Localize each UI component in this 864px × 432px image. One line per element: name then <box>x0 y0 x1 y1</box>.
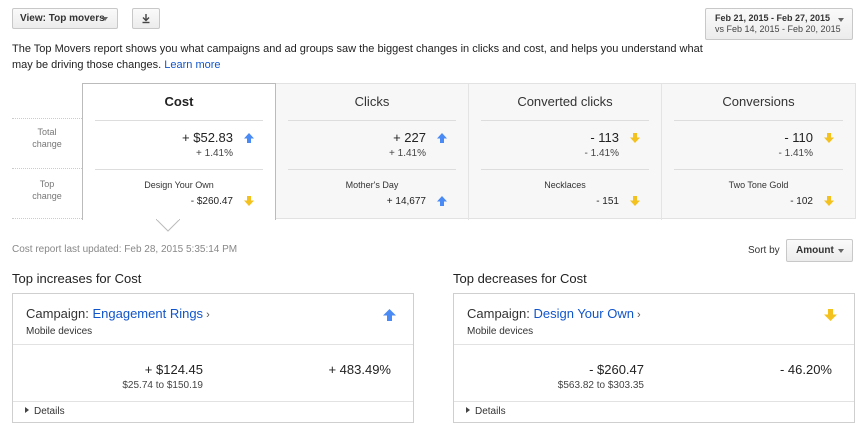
details-label: Details <box>475 406 506 417</box>
total-change-percent: + 1.41% <box>196 148 233 159</box>
total-change-value: + $52.83 <box>182 130 233 145</box>
divider <box>454 344 854 345</box>
divider <box>13 401 413 402</box>
sort-by-dropdown[interactable]: Amount <box>786 239 853 262</box>
campaign-prefix: Campaign: <box>26 306 93 321</box>
top-increases-title: Top increases for Cost <box>12 271 142 286</box>
top-change-name: Two Tone Gold <box>728 180 789 190</box>
arrow-up-icon <box>244 133 254 143</box>
row-divider <box>12 218 82 219</box>
change-range: $25.74 to $150.19 <box>122 380 203 391</box>
metric-column-conversions[interactable]: Conversions - 110 - 1.41% Two Tone Gold … <box>662 84 855 220</box>
arrow-up-icon <box>437 196 447 206</box>
top-decreases-title: Top decreases for Cost <box>453 271 587 286</box>
divider <box>288 120 456 121</box>
divider <box>454 401 854 402</box>
total-change-value: - 113 <box>590 130 619 145</box>
top-change-name: Mother's Day <box>345 180 399 190</box>
learn-more-link[interactable]: Learn more <box>164 59 220 71</box>
details-label: Details <box>34 406 65 417</box>
summary-table: Cost + $52.83 + 1.41% Design Your Own - … <box>82 83 856 232</box>
chevron-down-icon <box>102 17 108 21</box>
total-change-percent: + 1.41% <box>389 148 426 159</box>
arrow-down-icon <box>630 196 640 206</box>
download-button[interactable] <box>132 8 160 29</box>
divider <box>674 120 843 121</box>
date-range-compare: vs Feb 14, 2015 - Feb 20, 2015 <box>715 24 841 34</box>
total-change-value: + 227 <box>393 130 426 145</box>
top-change-value: + 14,677 <box>386 196 426 207</box>
divider <box>481 169 649 170</box>
top-change-name: Design Your Own <box>144 180 214 190</box>
sort-by-value: Amount <box>796 245 834 256</box>
view-selector-button[interactable]: View: Top movers <box>12 8 118 29</box>
campaign-prefix: Campaign: <box>467 306 534 321</box>
divider <box>95 120 263 121</box>
report-description: The Top Movers report shows you what cam… <box>12 41 712 73</box>
device-segment: Mobile devices <box>26 326 93 337</box>
row-divider <box>12 118 82 119</box>
change-amount: + $124.45 <box>144 362 203 377</box>
arrow-down-icon <box>244 196 254 206</box>
metric-column-clicks[interactable]: Clicks + 227 + 1.41% Mother's Day + 14,6… <box>276 84 469 220</box>
column-header: Clicks <box>354 94 390 109</box>
top-change-name: Necklaces <box>544 180 586 190</box>
arrow-up-icon <box>437 133 447 143</box>
chevron-right-icon: › <box>636 309 641 321</box>
metric-column-cost[interactable]: Cost + $52.83 + 1.41% Design Your Own - … <box>82 83 276 220</box>
campaign-link[interactable]: Design Your Own <box>533 306 633 321</box>
row-divider <box>12 168 82 169</box>
view-selector-label: View: Top movers <box>20 13 105 24</box>
top-decrease-card: Campaign: Design Your Own › Mobile device… <box>453 293 855 423</box>
divider <box>288 169 456 170</box>
triangle-right-icon <box>25 407 29 413</box>
arrow-up-icon <box>383 309 396 321</box>
campaign-line: Campaign: Engagement Rings › <box>26 306 210 321</box>
arrow-down-icon <box>824 309 837 321</box>
divider <box>481 120 649 121</box>
arrow-down-icon <box>630 133 640 143</box>
details-toggle[interactable]: Details <box>25 406 65 417</box>
total-change-value: - 110 <box>784 130 813 145</box>
total-change-percent: - 1.41% <box>778 148 813 159</box>
description-text: The Top Movers report shows you what cam… <box>12 43 703 71</box>
row-label-total-change: Total change <box>32 127 62 149</box>
top-change-value: - $260.47 <box>190 196 233 207</box>
top-change-value: - 151 <box>596 196 619 207</box>
date-range-selector[interactable]: Feb 21, 2015 - Feb 27, 2015 vs Feb 14, 2… <box>705 8 853 40</box>
divider <box>13 344 413 345</box>
change-range: $563.82 to $303.35 <box>557 380 644 391</box>
change-amount: - $260.47 <box>589 362 644 377</box>
campaign-line: Campaign: Design Your Own › <box>467 306 641 321</box>
triangle-right-icon <box>466 407 470 413</box>
column-header: Converted clicks <box>517 94 613 109</box>
divider <box>95 169 263 170</box>
change-percent: - 46.20% <box>779 362 832 377</box>
divider <box>674 169 843 170</box>
device-segment: Mobile devices <box>467 326 534 337</box>
total-change-percent: - 1.41% <box>584 148 619 159</box>
top-increase-card: Campaign: Engagement Rings › Mobile devic… <box>12 293 414 423</box>
change-percent: + 483.49% <box>328 362 391 377</box>
download-icon <box>142 14 150 24</box>
arrow-down-icon <box>824 196 834 206</box>
row-label-top-change: Top change <box>32 179 62 201</box>
arrow-down-icon <box>824 133 834 143</box>
last-updated-text: Cost report last updated: Feb 28, 2015 5… <box>12 244 238 255</box>
column-header: Cost <box>164 94 194 109</box>
column-header: Conversions <box>722 94 795 109</box>
top-change-value: - 102 <box>790 196 813 207</box>
metric-column-converted-clicks[interactable]: Converted clicks - 113 - 1.41% Necklaces… <box>469 84 662 220</box>
chevron-down-icon <box>838 18 844 22</box>
chevron-down-icon <box>838 249 844 253</box>
details-toggle[interactable]: Details <box>466 406 506 417</box>
chevron-right-icon: › <box>206 309 210 321</box>
date-range-primary: Feb 21, 2015 - Feb 27, 2015 <box>715 13 831 23</box>
sort-by-label: Sort by <box>748 245 780 256</box>
campaign-link[interactable]: Engagement Rings <box>92 306 203 321</box>
